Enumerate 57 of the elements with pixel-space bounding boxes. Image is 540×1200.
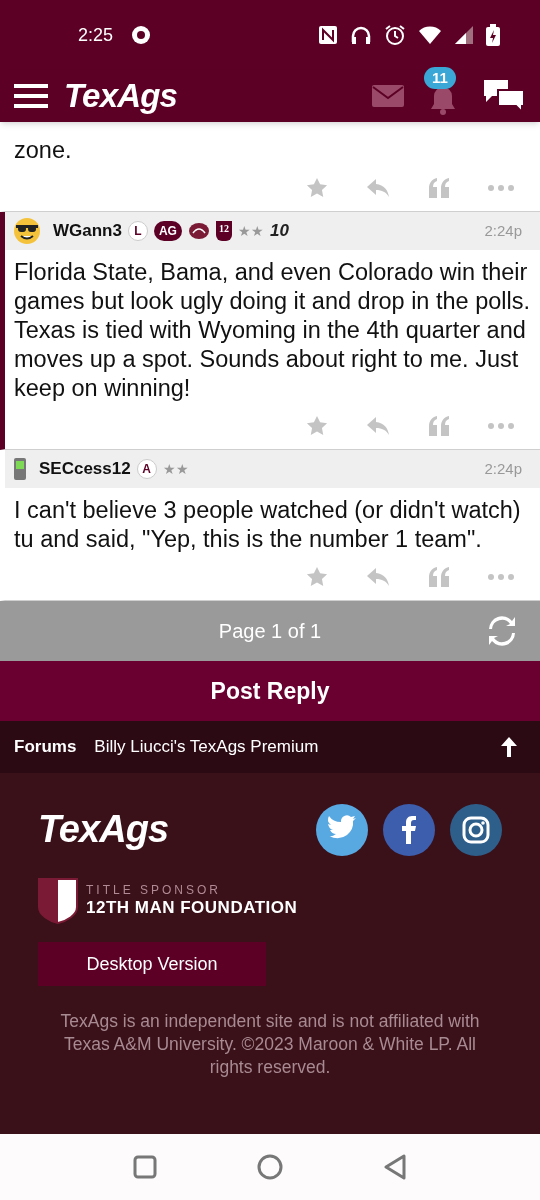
reply-icon[interactable]: [366, 416, 390, 436]
breadcrumb-link[interactable]: Billy Liucci's TexAgs Premium: [94, 734, 319, 760]
post-time: 2:24p: [484, 220, 522, 241]
user-badge: AG: [153, 221, 182, 241]
quote-icon[interactable]: [428, 416, 450, 436]
username[interactable]: WGann3: [53, 218, 122, 244]
rank-stars: ★★: [237, 221, 264, 241]
page-indicator: Page 1 of 1: [218, 619, 322, 644]
post-body: I can't believe 3 people watched (or didn't watch) tu and said, "Yep, this is the number 1 team".: [13, 496, 522, 554]
battery-icon: [486, 24, 500, 46]
twitter-icon[interactable]: [316, 803, 368, 856]
home-icon[interactable]: [257, 1154, 283, 1180]
sponsor-label: TITLE SPONSOR: [86, 883, 223, 897]
desktop-version-button[interactable]: Desktop Version: [38, 942, 266, 986]
star-icon[interactable]: [306, 566, 328, 588]
rank-stars: ★★: [162, 459, 189, 479]
quote-icon[interactable]: [428, 178, 450, 198]
site-logo[interactable]: TexAgs: [64, 71, 178, 121]
user-badge: A: [136, 459, 157, 479]
refresh-icon[interactable]: [486, 615, 518, 647]
recents-icon[interactable]: [133, 1155, 157, 1179]
notification-badge: 11: [424, 67, 456, 89]
signal-icon: [454, 25, 474, 45]
shield-badge: 12: [215, 221, 232, 241]
post-reply-button[interactable]: Post Reply: [0, 661, 540, 721]
sponsor-name: 12TH MAN FOUNDATION: [86, 897, 298, 919]
mail-icon[interactable]: [372, 85, 404, 107]
status-time: 2:25: [78, 23, 114, 47]
headphones-icon: [350, 25, 372, 45]
username[interactable]: SECcess12: [39, 456, 131, 482]
wifi-icon: [418, 25, 442, 45]
legal-text: TexAgs is an independent site and is not affiliated with Texas A&M University. ©2023 Maroon & White LP. All rights reserved.: [59, 1010, 481, 1079]
star-icon[interactable]: [306, 177, 328, 199]
more-icon[interactable]: [488, 185, 514, 191]
post-time: 2:24p: [484, 458, 522, 479]
footer-logo[interactable]: TexAgs: [38, 801, 169, 858]
reply-icon[interactable]: [366, 178, 390, 198]
mascot-icon: [187, 221, 210, 241]
more-icon[interactable]: [488, 574, 514, 580]
back-icon[interactable]: [383, 1154, 407, 1180]
post-body: zone.: [13, 136, 73, 165]
instagram-icon[interactable]: [450, 803, 502, 856]
facebook-icon[interactable]: [383, 803, 435, 856]
breadcrumb-link[interactable]: Forums: [14, 734, 77, 760]
more-icon[interactable]: [488, 423, 514, 429]
alarm-icon: [384, 24, 406, 46]
user-badge: L: [127, 221, 148, 241]
nfc-icon: [318, 25, 338, 45]
foundation-shield-icon: [38, 878, 78, 924]
years-label: 10: [269, 220, 289, 243]
star-icon[interactable]: [306, 415, 328, 437]
quote-icon[interactable]: [428, 567, 450, 587]
post-body: Florida State, Bama, and even Colorado win their games but look ugly doing it and drop in the polls. Texas is tied with Wyoming in the 4th quarter and moves up a spot. Sounds about right to me. Just keep on winning!: [13, 258, 532, 403]
chrome-icon: [131, 25, 152, 45]
scroll-top-icon[interactable]: [500, 736, 518, 758]
menu-icon[interactable]: [14, 83, 48, 109]
reply-icon[interactable]: [366, 567, 390, 587]
